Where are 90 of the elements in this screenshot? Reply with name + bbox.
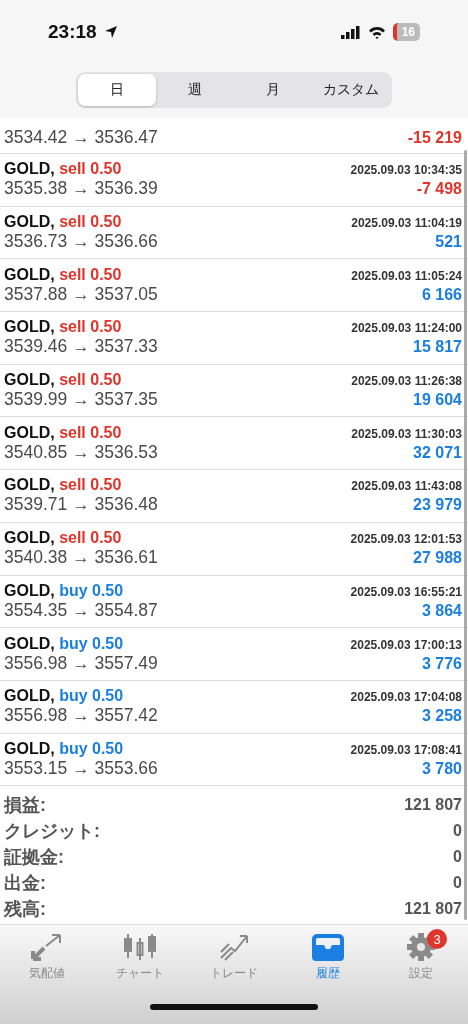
summary-label: クレジット:: [4, 820, 100, 844]
deal-symbol: GOLD,: [4, 318, 55, 336]
deal-profit: 3 864: [421, 601, 462, 620]
deal-symbol: GOLD,: [4, 634, 55, 652]
period-tab[interactable]: 週: [156, 74, 234, 106]
deal-prices: 3539.99 → 3537.35: [4, 389, 158, 411]
deal-side: sell 0.50: [59, 318, 122, 336]
deal-prices: 3553.15 → 3553.66: [4, 757, 158, 779]
deal-profit: 32 071: [413, 443, 462, 462]
deal-profit: 23 979: [413, 496, 462, 515]
deal-side: buy 0.50: [59, 581, 124, 599]
deal-time: 2025.09.03 16:55:21: [350, 584, 462, 599]
tab-bar-item[interactable]: トレード: [187, 931, 281, 983]
deal-time: 2025.09.03 11:30:03: [351, 426, 462, 441]
deal-side: sell 0.50: [59, 371, 122, 389]
notification-badge: 3: [427, 929, 448, 949]
deal-time: 2025.09.03 11:04:19: [351, 216, 462, 231]
inbox-icon: [310, 932, 345, 962]
deal-profit: -15 219: [407, 129, 462, 147]
deal-prices: 3534.42 → 3536.47: [4, 127, 158, 148]
summary-value: 0: [453, 822, 462, 841]
period-tab[interactable]: カスタム: [312, 74, 390, 106]
deal-symbol: GOLD,: [4, 423, 55, 441]
deal-time: 2025.09.03 17:04:08: [350, 690, 462, 705]
deal-symbol: GOLD,: [4, 529, 55, 547]
deal-side: sell 0.50: [59, 423, 122, 441]
deal-prices: 3539.46 → 3537.33: [4, 336, 158, 358]
location-arrow-icon: [103, 25, 118, 39]
summary-label: 証拠金:: [4, 846, 64, 870]
signal-icon: [340, 25, 361, 39]
deal-prices: 3554.35 → 3554.87: [4, 599, 158, 621]
summary-value: 121 807: [404, 796, 462, 815]
deal-profit: -7 498: [416, 180, 462, 199]
deal-profit: 3 258: [421, 707, 462, 726]
deal-time: 2025.09.03 12:01:53: [350, 532, 462, 547]
deal-time: 2025.09.03 11:26:38: [351, 374, 462, 389]
deal-prices: 3556.98 → 3557.42: [4, 705, 158, 727]
arrows-icon: [29, 932, 64, 962]
deal-side: buy 0.50: [59, 687, 124, 705]
deal-side: sell 0.50: [59, 213, 122, 231]
period-tab[interactable]: 月: [234, 74, 312, 106]
deal-profit: 521: [435, 233, 462, 252]
deal-symbol: GOLD,: [4, 213, 55, 231]
deal-time: 2025.09.03 10:34:35: [350, 163, 462, 178]
deal-profit: 19 604: [413, 391, 462, 410]
candlestick-icon: [123, 932, 158, 962]
deal-side: sell 0.50: [59, 529, 122, 547]
tab-bar-item[interactable]: 履歴: [280, 931, 375, 983]
deal-side: buy 0.50: [59, 634, 124, 652]
deal-symbol: GOLD,: [4, 581, 55, 599]
summary-label: 出金:: [4, 872, 46, 896]
deal-profit: 6 166: [421, 285, 462, 304]
summary-label: 残高:: [4, 898, 46, 922]
deal-symbol: GOLD,: [4, 160, 55, 178]
summary-value: 0: [453, 874, 462, 893]
deal-prices: 3540.38 → 3536.61: [4, 547, 158, 569]
deal-time: 2025.09.03 17:08:41: [350, 742, 462, 757]
deal-prices: 3535.38 → 3536.39: [4, 178, 158, 200]
deal-side: sell 0.50: [59, 265, 122, 283]
deal-time: 2025.09.03 11:43:08: [351, 479, 462, 494]
tab-bar-item[interactable]: 気配値: [0, 931, 94, 983]
status-time: 23:18: [48, 21, 97, 43]
deal-profit: 3 776: [421, 654, 462, 673]
deal-symbol: GOLD,: [4, 687, 55, 705]
deal-prices: 3540.85 → 3536.53: [4, 441, 158, 463]
deal-side: sell 0.50: [59, 476, 122, 494]
deal-symbol: GOLD,: [4, 265, 55, 283]
deal-side: sell 0.50: [59, 160, 122, 178]
deal-prices: 3556.98 → 3557.49: [4, 652, 158, 674]
deal-symbol: GOLD,: [4, 476, 55, 494]
deal-symbol: GOLD,: [4, 739, 55, 757]
summary-value: 0: [453, 848, 462, 867]
deal-profit: 15 817: [413, 338, 462, 357]
deal-time: 2025.09.03 17:00:13: [350, 637, 462, 652]
deal-profit: 27 988: [413, 549, 462, 568]
summary-value: 121 807: [404, 900, 462, 919]
deal-side: buy 0.50: [59, 739, 124, 757]
tab-bar-item[interactable]: 設定 3: [374, 931, 468, 983]
deal-time: 2025.09.03 11:05:24: [351, 268, 462, 283]
deal-prices: 3537.88 → 3537.05: [4, 283, 158, 305]
deal-prices: 3539.71 → 3536.48: [4, 494, 158, 516]
deal-profit: 3 780: [421, 759, 462, 778]
deal-prices: 3536.73 → 3536.66: [4, 231, 158, 253]
battery-level: 16: [392, 23, 420, 41]
deal-symbol: GOLD,: [4, 371, 55, 389]
period-tab[interactable]: 日: [78, 74, 156, 106]
tab-bar-item[interactable]: チャート: [93, 931, 188, 983]
deal-time: 2025.09.03 11:24:00: [351, 321, 462, 336]
summary-label: 損益:: [4, 794, 46, 818]
wifi-icon: [367, 25, 386, 39]
